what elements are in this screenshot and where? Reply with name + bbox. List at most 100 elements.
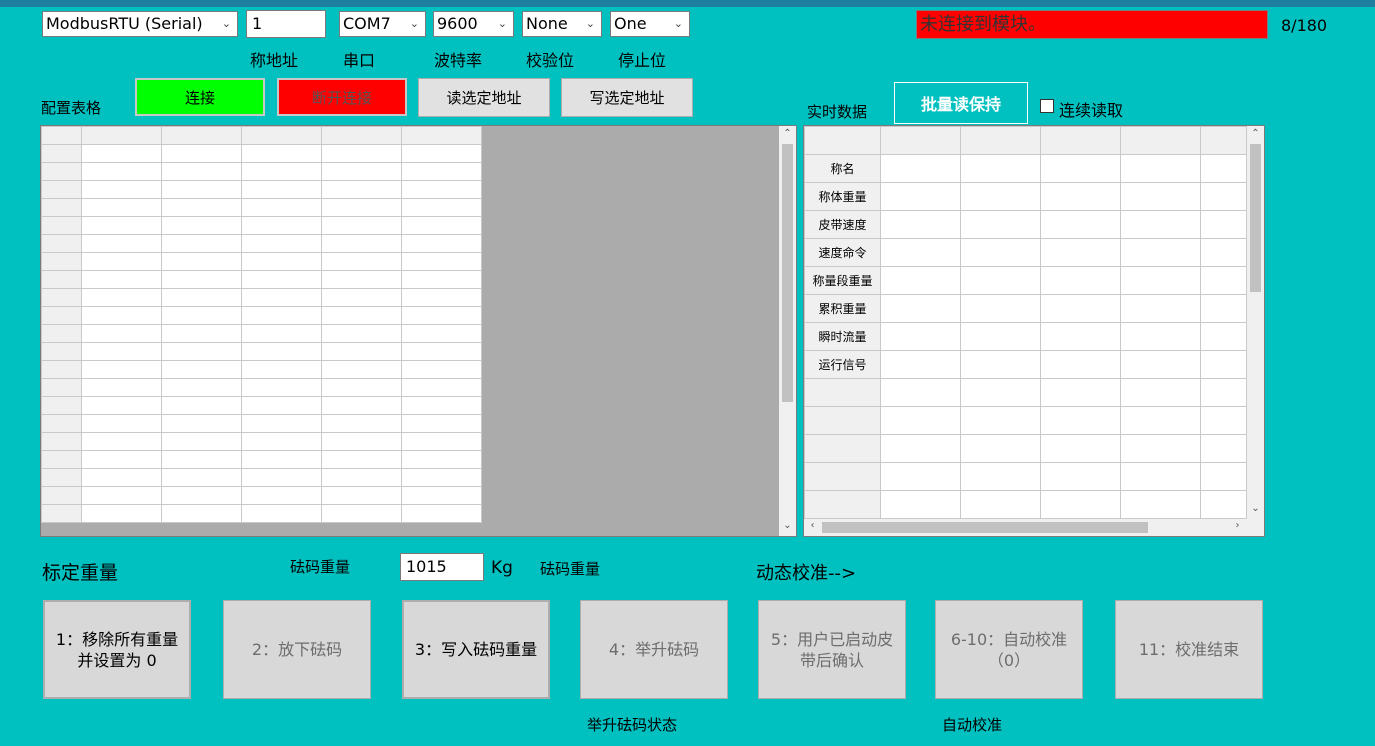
table-cell[interactable]: [241, 378, 322, 397]
row-header[interactable]: 瞬时流量: [804, 322, 881, 351]
table-cell[interactable]: [1200, 182, 1247, 211]
table-cell[interactable]: [1200, 406, 1247, 435]
table-cell[interactable]: [1200, 434, 1247, 463]
table-row[interactable]: [41, 198, 482, 217]
table-cell[interactable]: [241, 288, 322, 307]
table-cell[interactable]: [321, 396, 402, 415]
table-cell[interactable]: [1040, 322, 1121, 351]
table-cell[interactable]: [401, 198, 482, 217]
row-header[interactable]: [41, 450, 82, 469]
table-row[interactable]: [41, 432, 482, 451]
column-header[interactable]: [241, 126, 322, 145]
table-header-row[interactable]: [41, 126, 482, 145]
table-cell[interactable]: [321, 360, 402, 379]
chevron-down-icon[interactable]: ⌄: [1247, 503, 1264, 514]
table-cell[interactable]: [321, 144, 402, 163]
table-cell[interactable]: [161, 342, 242, 361]
step-2-button[interactable]: 2：放下砝码: [223, 600, 371, 699]
table-cell[interactable]: [81, 396, 162, 415]
table-cell[interactable]: [960, 154, 1041, 183]
column-header[interactable]: [161, 126, 242, 145]
step-6-10-button[interactable]: 6-10：自动校准（0）: [935, 600, 1083, 699]
table-cell[interactable]: [1040, 238, 1121, 267]
table-cell[interactable]: [241, 270, 322, 289]
stop-bits-select[interactable]: One ⌄: [610, 11, 690, 37]
table-cell[interactable]: [960, 210, 1041, 239]
table-cell[interactable]: [1120, 182, 1201, 211]
config-table-body[interactable]: [41, 126, 482, 523]
table-row[interactable]: [41, 306, 482, 325]
table-cell[interactable]: [1120, 434, 1201, 463]
table-cell[interactable]: [321, 180, 402, 199]
table-cell[interactable]: [81, 180, 162, 199]
table-cell[interactable]: [1200, 266, 1247, 295]
column-header[interactable]: [1120, 126, 1201, 155]
table-cell[interactable]: [321, 288, 402, 307]
table-cell[interactable]: [1040, 266, 1121, 295]
table-cell[interactable]: [81, 252, 162, 271]
table-cell[interactable]: [321, 450, 402, 469]
table-cell[interactable]: [81, 504, 162, 523]
row-header[interactable]: 称名: [804, 154, 881, 183]
table-cell[interactable]: [161, 378, 242, 397]
table-cell[interactable]: [401, 360, 482, 379]
weight-input[interactable]: 1015: [400, 553, 484, 581]
row-header[interactable]: [41, 414, 82, 433]
write-selected-button[interactable]: 写选定地址: [561, 78, 693, 117]
chevron-left-icon[interactable]: ‹: [804, 520, 821, 531]
table-cell[interactable]: [321, 432, 402, 451]
table-cell[interactable]: [1040, 154, 1121, 183]
table-cell[interactable]: [401, 252, 482, 271]
table-cell[interactable]: [1040, 294, 1121, 323]
table-cell[interactable]: [241, 324, 322, 343]
table-cell[interactable]: [161, 360, 242, 379]
table-cell[interactable]: [960, 182, 1041, 211]
chevron-up-icon[interactable]: ⌃: [1247, 128, 1264, 139]
row-header[interactable]: [41, 504, 82, 523]
row-header[interactable]: [41, 288, 82, 307]
table-cell[interactable]: [81, 342, 162, 361]
table-row[interactable]: [41, 342, 482, 361]
scroll-thumb[interactable]: [782, 144, 793, 402]
address-input[interactable]: 1: [246, 10, 326, 38]
table-cell[interactable]: [1200, 154, 1247, 183]
table-row[interactable]: [41, 288, 482, 307]
table-cell[interactable]: [241, 198, 322, 217]
table-cell[interactable]: [81, 414, 162, 433]
table-cell[interactable]: [1120, 266, 1201, 295]
table-cell[interactable]: [1040, 350, 1121, 379]
table-cell[interactable]: [960, 378, 1041, 407]
table-cell[interactable]: [81, 198, 162, 217]
table-row[interactable]: [41, 504, 482, 523]
table-row[interactable]: [804, 378, 1247, 407]
row-header[interactable]: 皮带速度: [804, 210, 881, 239]
table-cell[interactable]: [241, 414, 322, 433]
row-header[interactable]: 称体重量: [804, 182, 881, 211]
step-4-button[interactable]: 4：举升砝码: [580, 600, 728, 699]
chevron-right-icon[interactable]: ›: [1229, 520, 1246, 531]
row-header[interactable]: [804, 434, 881, 463]
scroll-thumb[interactable]: [822, 522, 1148, 533]
table-cell[interactable]: [81, 468, 162, 487]
table-cell[interactable]: [960, 322, 1041, 351]
table-cell[interactable]: [880, 294, 961, 323]
row-header[interactable]: [804, 490, 881, 519]
table-cell[interactable]: [241, 450, 322, 469]
table-cell[interactable]: [321, 486, 402, 505]
table-row[interactable]: [41, 360, 482, 379]
column-header[interactable]: [960, 126, 1041, 155]
row-header[interactable]: 速度命令: [804, 238, 881, 267]
table-cell[interactable]: [401, 504, 482, 523]
table-cell[interactable]: [81, 216, 162, 235]
step-11-button[interactable]: 11：校准结束: [1115, 600, 1263, 699]
table-cell[interactable]: [401, 450, 482, 469]
table-cell[interactable]: [880, 378, 961, 407]
table-cell[interactable]: [81, 486, 162, 505]
table-cell[interactable]: [960, 238, 1041, 267]
column-header[interactable]: [321, 126, 402, 145]
table-row[interactable]: [804, 434, 1247, 463]
table-row[interactable]: [41, 180, 482, 199]
table-row[interactable]: [41, 252, 482, 271]
table-cell[interactable]: [1040, 378, 1121, 407]
table-cell[interactable]: [241, 234, 322, 253]
